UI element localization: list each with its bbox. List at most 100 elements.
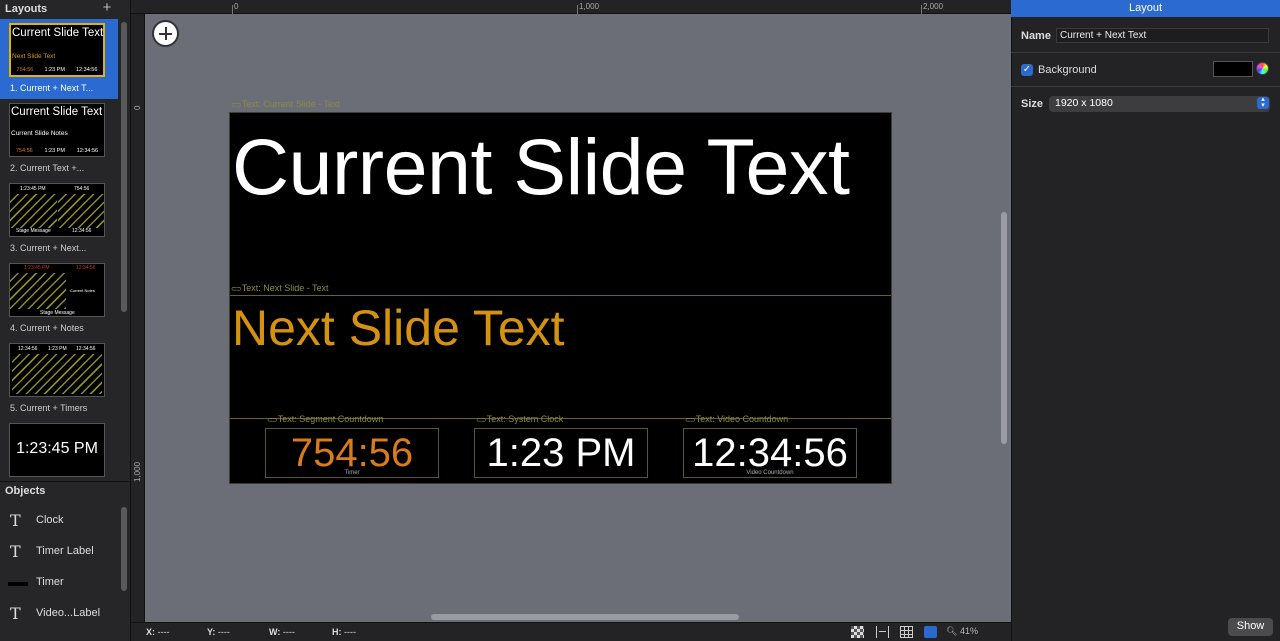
thumb-timer: 754:56 [16,67,34,73]
text-icon: T [10,542,21,561]
size-select[interactable]: 1920 x 1080 ▴ ▾ [1049,96,1270,112]
name-field[interactable]: Current + Next Text [1056,28,1269,43]
layout-item-6[interactable]: 1:23:45 PM [0,419,118,479]
caption-segment-countdown: Text: Segment Countdown [267,414,384,424]
timer-label: Timer [344,470,360,476]
layout-item-4[interactable]: 1:23:45 PM 12:34:56 Current Notes Stage … [0,259,118,339]
ruler-label: 1,000 [579,2,600,11]
layout-item-1[interactable]: Current Slide Text Next Slide Text 754:5… [0,19,118,99]
next-slide-text[interactable]: Next Slide Text [232,299,565,357]
caption-system-clock: Text: System Clock [476,414,564,424]
layouts-scrollbar[interactable] [121,22,127,312]
size-label: Size [1021,98,1044,110]
h-value: ---- [344,627,357,637]
objects-scrollbar[interactable] [121,507,127,591]
layout-item-3[interactable]: 1:23:45 PM 754:56 Stage Message 12:34:56… [0,179,118,259]
layout-thumbnail: Current Slide Text Current Slide Notes 7… [9,103,105,157]
layout-label: 1. Current + Next T... [10,83,94,93]
layout-item-2[interactable]: Current Slide Text Current Slide Notes 7… [0,99,118,179]
thumb-notes-text: Current Notes [70,288,95,293]
canvas-vertical-scrollbar[interactable] [1001,212,1007,444]
layout-label: 4. Current + Notes [10,323,84,333]
object-item-timer-label[interactable]: T Timer Label [0,536,118,566]
thumb-timer: 12:34:56 [18,346,38,352]
thumb-timer-row: 754:56 1:23 PM 12:34:56 [11,67,103,73]
thumb-current-text: Current Slide Text [12,27,104,39]
size-value: 1920 x 1080 [1055,97,1113,109]
snap-icon[interactable] [924,626,937,638]
layouts-list: Current Slide Text Next Slide Text 754:5… [0,19,118,479]
divider [1011,52,1280,53]
y-value: ---- [217,627,230,637]
background-label: Background [1038,64,1097,76]
checkerboard-icon[interactable] [851,626,864,638]
color-picker-icon[interactable] [1256,62,1269,75]
ruler-mark [577,5,578,14]
thumb-next-text: Next Slide Text [12,53,56,60]
video-countdown-box[interactable]: 12:34:56 Video Countdown [683,428,857,478]
layout-label: 2. Current Text +... [10,163,85,173]
layout-thumbnail: 1:23:45 PM [9,423,105,477]
thumb-clock: 1:23:45 PM [20,186,46,192]
show-button[interactable]: Show [1228,618,1273,636]
caption-current-slide: Text: Current Slide - Text [231,99,340,109]
thumb-placeholder [10,273,66,309]
layouts-panel: Layouts + Current Slide Text Next Slide … [0,0,131,641]
fit-width-icon[interactable] [876,626,889,638]
add-layout-plus-icon[interactable]: + [100,0,114,15]
thumb-clock: 1:23:45 PM [24,265,50,271]
thumb-stage-message: Stage Message [16,228,51,234]
background-color-well[interactable] [1213,61,1253,77]
ruler-label: 0 [234,2,239,11]
y-label: Y: [207,627,216,637]
ruler-left: 0 1,000 [131,14,145,622]
segment-countdown-box[interactable]: 754:56 Timer [265,428,439,478]
object-label: Video...Label [36,607,101,619]
background-checkbox[interactable]: ✓ [1021,64,1033,76]
ruler-mark [232,5,233,14]
layout-item-5[interactable]: 12:34:56 1:23 PM 12:34:56 5. Current + T… [0,339,118,419]
object-item-clock[interactable]: T Clock [0,505,118,535]
system-clock-box[interactable]: 1:23 PM [474,428,648,478]
thumb-video: 12:34:56 [76,67,98,73]
layout-thumbnail: 12:34:56 1:23 PM 12:34:56 [9,343,105,397]
object-label: Clock [36,514,64,526]
status-bar: X: ---- Y: ---- W: ---- H: ---- 🔍︎ 41% [131,622,1011,641]
w-label: W: [269,627,281,637]
zoom-indicator[interactable]: 🔍︎ 41% [946,626,978,637]
name-label: Name [1021,30,1051,42]
thumb-timer-row: 754:56 1:23 PM 12:34:56 [10,148,104,154]
thumb-stage-message: Stage Message [40,310,75,316]
thumb-timer: 754:56 [15,148,33,154]
layout-label: 3. Current + Next... [10,243,87,253]
ruler-top: 0 1,000 2,000 [131,0,1011,14]
thumb-placeholder [12,354,102,394]
object-separator [230,295,891,296]
x-label: X: [146,627,155,637]
object-label: Timer [36,576,64,588]
thumb-video: 12:34:56 [72,228,92,234]
object-label: Timer Label [36,545,94,557]
thumb-clock: 1:23 PM [44,148,65,154]
ruler-mark [921,5,922,14]
add-object-plus-icon[interactable] [152,20,179,47]
system-clock-value: 1:23 PM [486,431,636,475]
inspector-title: Layout [1011,0,1280,17]
objects-list: T Clock T Timer Label Timer T Video...La… [0,505,118,641]
canvas-horizontal-scrollbar[interactable] [431,614,739,620]
layout-thumbnail: 1:23:45 PM 754:56 Stage Message 12:34:56 [9,183,105,237]
current-slide-text[interactable]: Current Slide Text [232,121,850,213]
thumb-clock: 1:23 PM [48,346,67,352]
thumb-clock: 1:23:45 PM [16,440,98,457]
ruler-label: 0 [133,105,142,110]
layout-canvas[interactable]: Current Slide Text Text: Next Slide - Te… [229,112,892,484]
caption-video-countdown: Text: Video Countdown [685,414,788,424]
object-item-timer[interactable]: Timer [0,567,118,597]
object-item-video-label[interactable]: T Video...Label [0,598,118,628]
text-icon: T [10,511,21,530]
thumb-video: 12:34:56 [76,265,96,271]
zoom-value: 41% [959,626,978,636]
thumb-timer: 754:56 [74,186,90,192]
grid-icon[interactable] [900,626,913,638]
text-icon: T [10,604,21,623]
